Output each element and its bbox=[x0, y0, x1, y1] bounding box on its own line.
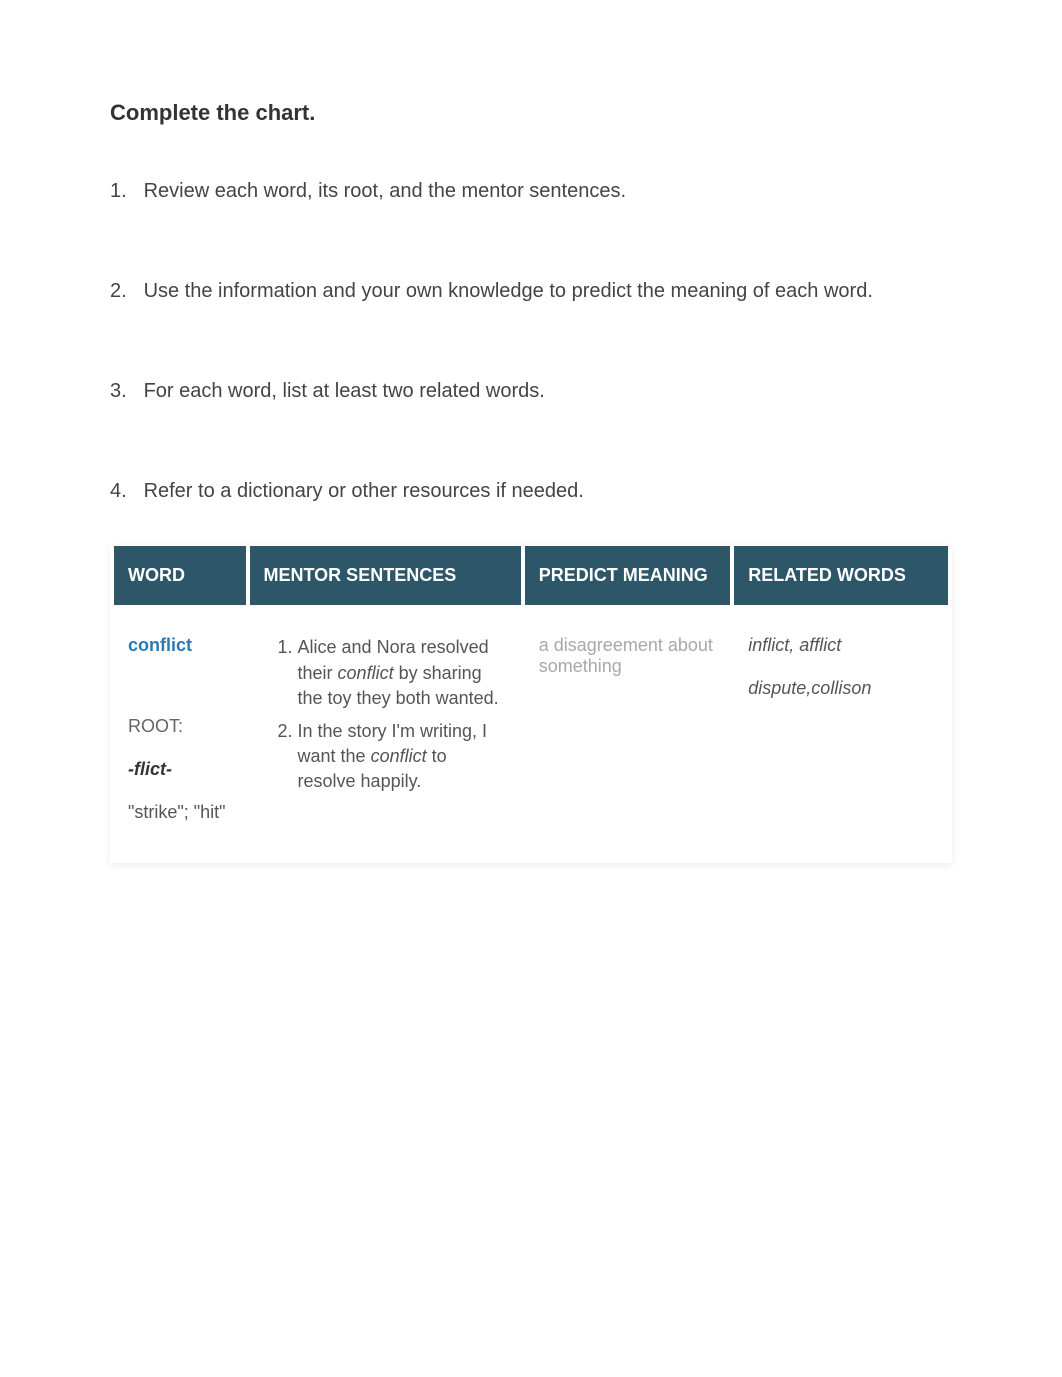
mentor-sentence-list: Alice and Nora resolved their conflict b… bbox=[264, 635, 507, 794]
header-related: RELATED WORDS bbox=[734, 546, 948, 605]
page-title: Complete the chart. bbox=[110, 100, 952, 126]
instruction-number: 3. bbox=[110, 376, 138, 406]
root-meaning: "strike"; "hit" bbox=[128, 802, 232, 823]
mentor-sentence-1: Alice and Nora resolved their conflict b… bbox=[298, 635, 507, 711]
instruction-4: 4. Refer to a dictionary or other resour… bbox=[110, 476, 952, 506]
word-link[interactable]: conflict bbox=[128, 635, 192, 655]
instruction-3: 3. For each word, list at least two rela… bbox=[110, 376, 952, 406]
instruction-number: 1. bbox=[110, 176, 138, 206]
mentor-sentence-2: In the story I'm writing, I want the con… bbox=[298, 719, 507, 795]
sentence-emphasis: conflict bbox=[338, 663, 394, 683]
instruction-text: Use the information and your own knowled… bbox=[144, 280, 873, 302]
related-words-line: inflict, afflict bbox=[748, 635, 934, 656]
related-cell[interactable]: inflict, afflict dispute,collison bbox=[734, 605, 948, 863]
instruction-text: Refer to a dictionary or other resources… bbox=[144, 480, 584, 502]
instruction-1: 1. Review each word, its root, and the m… bbox=[110, 176, 952, 206]
header-mentor: MENTOR SENTENCES bbox=[250, 546, 521, 605]
instruction-number: 4. bbox=[110, 476, 138, 506]
root-value: -flict- bbox=[128, 759, 232, 780]
instruction-number: 2. bbox=[110, 276, 138, 306]
instruction-text: Review each word, its root, and the ment… bbox=[144, 180, 626, 202]
related-words-line: dispute,collison bbox=[748, 678, 934, 699]
table-header-row: WORD MENTOR SENTENCES PREDICT MEANING RE… bbox=[114, 546, 948, 605]
word-cell: conflict ROOT: -flict- "strike"; "hit" bbox=[114, 605, 246, 863]
predict-meaning-text: a disagreement about something bbox=[539, 635, 717, 677]
vocabulary-chart: WORD MENTOR SENTENCES PREDICT MEANING RE… bbox=[110, 546, 952, 863]
header-word: WORD bbox=[114, 546, 246, 605]
instruction-2: 2. Use the information and your own know… bbox=[110, 276, 952, 306]
mentor-cell: Alice and Nora resolved their conflict b… bbox=[250, 605, 521, 863]
instruction-text: For each word, list at least two related… bbox=[144, 380, 545, 402]
table-row: conflict ROOT: -flict- "strike"; "hit" A… bbox=[114, 605, 948, 863]
header-predict: PREDICT MEANING bbox=[525, 546, 731, 605]
sentence-emphasis: conflict bbox=[371, 746, 427, 766]
predict-cell[interactable]: a disagreement about something bbox=[525, 605, 731, 863]
root-label: ROOT: bbox=[128, 716, 232, 737]
